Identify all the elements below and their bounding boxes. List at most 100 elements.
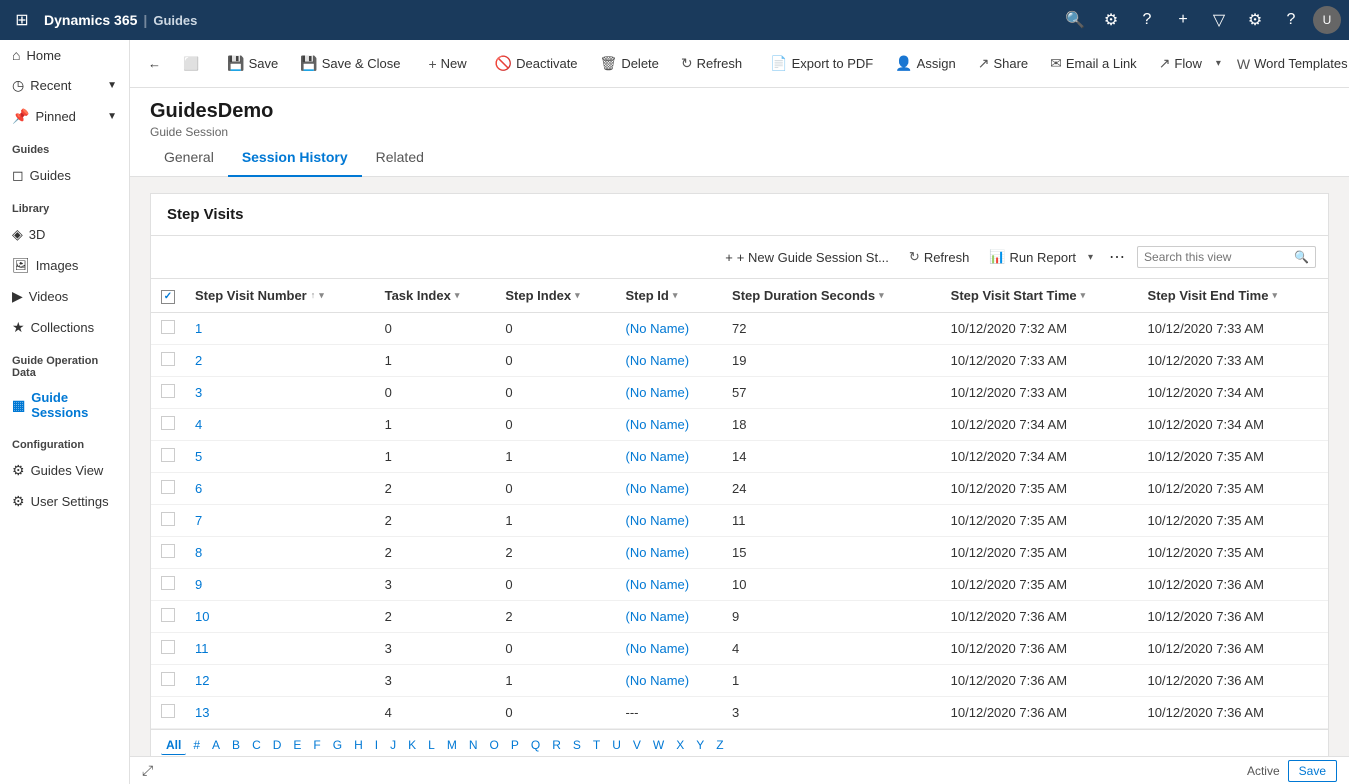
flow-dropdown-arrow[interactable]: ▾ [1212, 52, 1225, 75]
alpha-btn-j[interactable]: J [385, 736, 401, 754]
nav-question-icon[interactable]: ? [1277, 6, 1305, 34]
alpha-btn-v[interactable]: V [628, 736, 646, 754]
cell-step-id[interactable]: (No Name) [616, 568, 723, 600]
cell-step-visit-number[interactable]: 3 [185, 376, 375, 408]
alpha-btn-p[interactable]: P [506, 736, 524, 754]
sidebar-item-3d[interactable]: ◈ 3D [0, 219, 129, 250]
alpha-btn-w[interactable]: W [648, 736, 669, 754]
row-select-checkbox[interactable] [161, 416, 175, 430]
cell-step-visit-number[interactable]: 1 [185, 312, 375, 344]
nav-gear-icon[interactable]: ⚙ [1241, 6, 1269, 34]
email-link-button[interactable]: ✉ Email a Link [1040, 49, 1147, 78]
row-select-checkbox[interactable] [161, 384, 175, 398]
cell-step-visit-number[interactable]: 7 [185, 504, 375, 536]
nav-search-icon[interactable]: 🔍 [1061, 6, 1089, 34]
cell-step-id[interactable]: (No Name) [616, 472, 723, 504]
nav-settings-icon[interactable]: ⚙ [1097, 6, 1125, 34]
alpha-btn-m[interactable]: M [442, 736, 462, 754]
row-checkbox[interactable] [151, 440, 185, 472]
nav-help-icon[interactable]: ? [1133, 6, 1161, 34]
alpha-btn-g[interactable]: G [328, 736, 347, 754]
stepid-sort-icon[interactable]: ▾ [673, 290, 678, 301]
panel-more-button[interactable]: ⋯ [1101, 242, 1133, 272]
col-task-index[interactable]: Task Index ▾ [375, 279, 496, 312]
sidebar-item-images[interactable]: 🖼 Images [0, 250, 129, 281]
row-select-checkbox[interactable] [161, 512, 175, 526]
alpha-btn-#[interactable]: # [188, 736, 205, 754]
row-select-checkbox[interactable] [161, 704, 175, 718]
cell-step-id[interactable]: (No Name) [616, 536, 723, 568]
save-close-button[interactable]: 💾 Save & Close [290, 49, 410, 78]
sidebar-item-guides[interactable]: ◻ Guides [0, 160, 129, 191]
alpha-btn-x[interactable]: X [671, 736, 689, 754]
table-row[interactable]: 5 1 1 (No Name) 14 10/12/2020 7:34 AM 10… [151, 440, 1328, 472]
cell-step-id[interactable]: (No Name) [616, 344, 723, 376]
step-sort-icon[interactable]: ▾ [575, 290, 580, 301]
task-sort-icon[interactable]: ▾ [455, 290, 460, 301]
select-all-checkbox[interactable]: ✓ [161, 290, 175, 304]
tab-related[interactable]: Related [362, 139, 438, 177]
alpha-btn-l[interactable]: L [423, 736, 440, 754]
end-sort-icon[interactable]: ▾ [1272, 290, 1277, 301]
new-guide-session-button[interactable]: + + New Guide Session St... [717, 245, 897, 270]
row-checkbox[interactable] [151, 632, 185, 664]
cell-step-id[interactable]: (No Name) [616, 440, 723, 472]
row-select-checkbox[interactable] [161, 544, 175, 558]
search-input[interactable] [1144, 250, 1294, 264]
expand-status-button[interactable]: ⤢ [142, 762, 153, 779]
tab-general[interactable]: General [150, 139, 228, 177]
cell-step-visit-number[interactable]: 5 [185, 440, 375, 472]
alpha-btn-i[interactable]: I [370, 736, 383, 754]
row-checkbox[interactable] [151, 664, 185, 696]
col-step-id[interactable]: Step Id ▾ [616, 279, 723, 312]
alpha-btn-q[interactable]: Q [526, 736, 545, 754]
row-checkbox[interactable] [151, 408, 185, 440]
sidebar-item-collections[interactable]: ★ Collections [0, 312, 129, 343]
sidebar-item-guide-sessions[interactable]: ▦ Guide Sessions [0, 383, 129, 427]
table-row[interactable]: 6 2 0 (No Name) 24 10/12/2020 7:35 AM 10… [151, 472, 1328, 504]
cell-step-id[interactable]: (No Name) [616, 312, 723, 344]
cell-step-visit-number[interactable]: 12 [185, 664, 375, 696]
table-row[interactable]: 7 2 1 (No Name) 11 10/12/2020 7:35 AM 10… [151, 504, 1328, 536]
back-button[interactable]: ← [138, 50, 171, 77]
new-button[interactable]: + New [418, 50, 476, 78]
cell-step-id[interactable]: (No Name) [616, 600, 723, 632]
row-checkbox[interactable] [151, 536, 185, 568]
status-save-button[interactable]: Save [1288, 760, 1337, 782]
alpha-btn-o[interactable]: O [485, 736, 504, 754]
table-row[interactable]: 12 3 1 (No Name) 1 10/12/2020 7:36 AM 10… [151, 664, 1328, 696]
sidebar-item-pinned[interactable]: 📌 Pinned ▼ [0, 101, 129, 132]
flow-button[interactable]: ↗ Flow [1149, 49, 1212, 78]
cell-step-id[interactable]: (No Name) [616, 408, 723, 440]
sidebar-item-user-settings[interactable]: ⚙ User Settings [0, 486, 129, 517]
sidebar-item-recent[interactable]: ◷ Recent ▼ [0, 70, 129, 101]
alpha-btn-b[interactable]: B [227, 736, 245, 754]
row-select-checkbox[interactable] [161, 640, 175, 654]
col-step-index[interactable]: Step Index ▾ [495, 279, 615, 312]
user-avatar[interactable]: U [1313, 6, 1341, 34]
panel-run-report-button[interactable]: 📊 Run Report [981, 244, 1084, 270]
row-checkbox[interactable] [151, 376, 185, 408]
alpha-btn-d[interactable]: D [268, 736, 287, 754]
alpha-btn-all[interactable]: All [161, 736, 186, 755]
cell-step-id[interactable]: (No Name) [616, 632, 723, 664]
expand-button[interactable]: ⬜ [173, 50, 209, 78]
alpha-btn-u[interactable]: U [607, 736, 626, 754]
row-checkbox[interactable] [151, 600, 185, 632]
share-button[interactable]: ↗ Share [968, 49, 1038, 78]
alpha-btn-h[interactable]: H [349, 736, 368, 754]
row-checkbox[interactable] [151, 696, 185, 728]
cell-step-id[interactable]: (No Name) [616, 664, 723, 696]
row-select-checkbox[interactable] [161, 608, 175, 622]
alpha-btn-t[interactable]: T [588, 736, 605, 754]
alpha-btn-y[interactable]: Y [691, 736, 709, 754]
table-row[interactable]: 10 2 2 (No Name) 9 10/12/2020 7:36 AM 10… [151, 600, 1328, 632]
table-row[interactable]: 8 2 2 (No Name) 15 10/12/2020 7:35 AM 10… [151, 536, 1328, 568]
row-select-checkbox[interactable] [161, 480, 175, 494]
alpha-btn-r[interactable]: R [547, 736, 566, 754]
row-checkbox[interactable] [151, 312, 185, 344]
cell-step-visit-number[interactable]: 11 [185, 632, 375, 664]
cell-step-id[interactable]: (No Name) [616, 504, 723, 536]
cell-step-visit-number[interactable]: 8 [185, 536, 375, 568]
tab-session-history[interactable]: Session History [228, 139, 362, 177]
